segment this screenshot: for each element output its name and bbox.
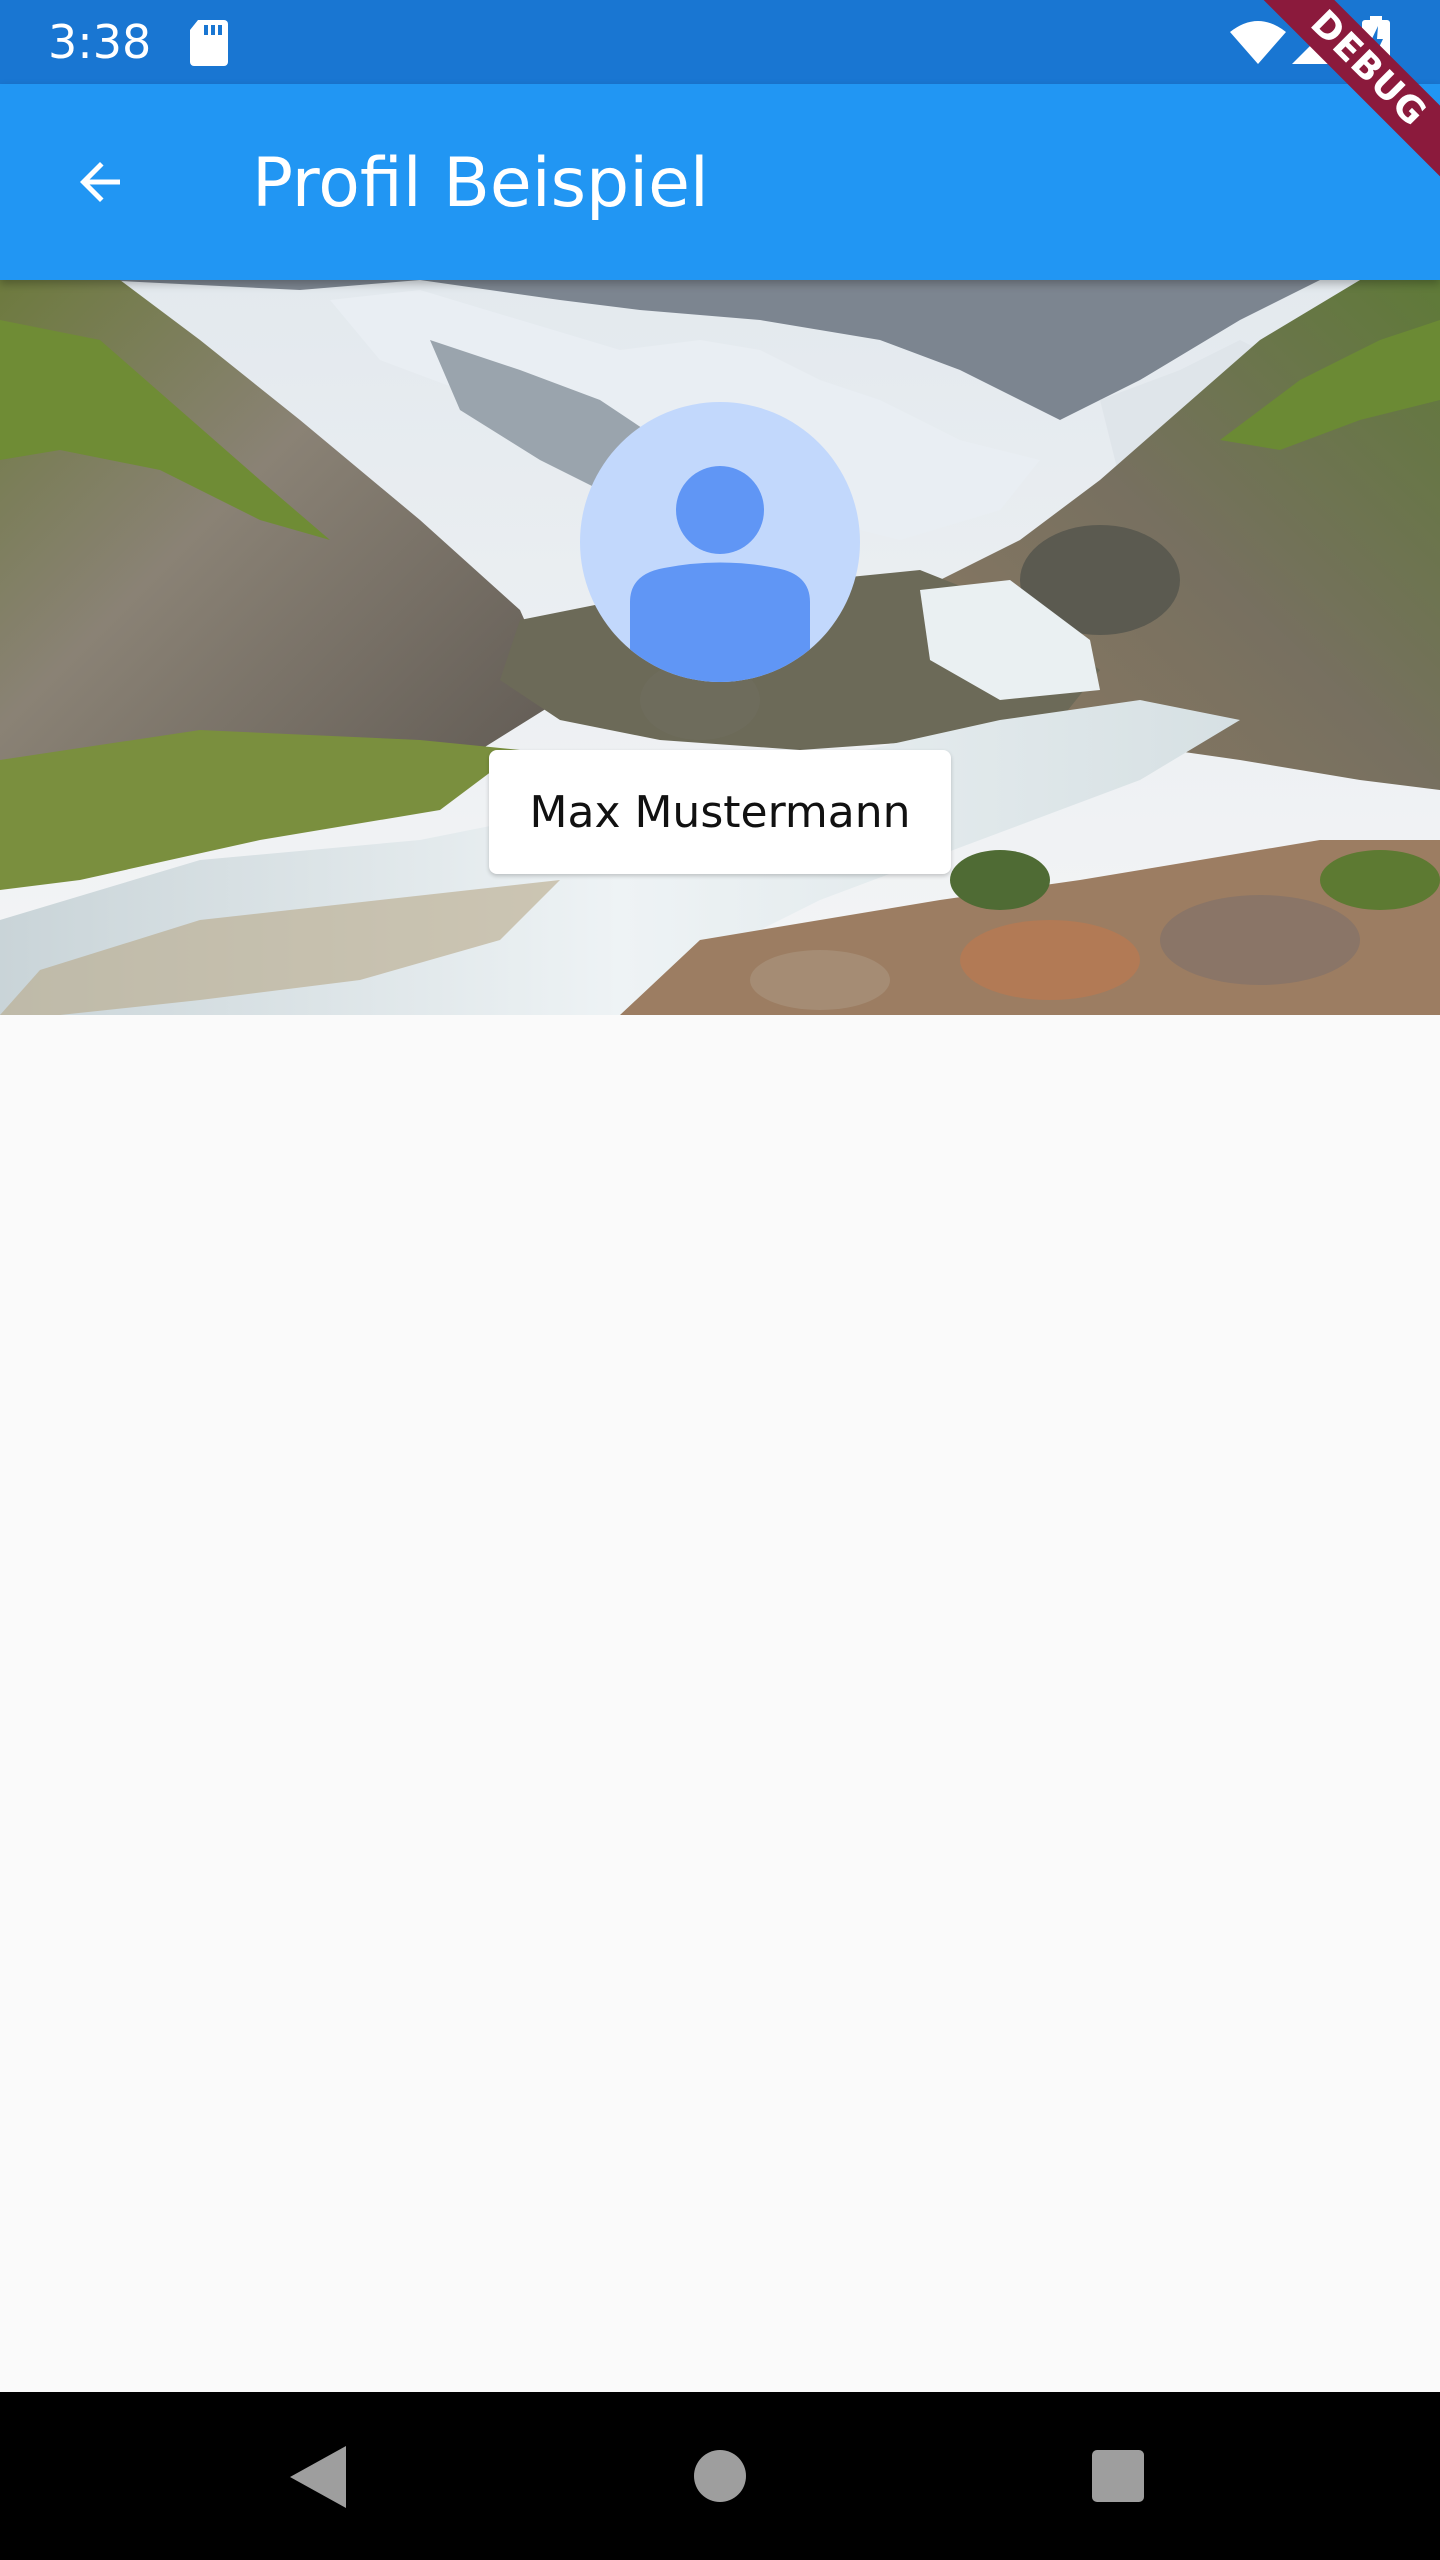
wifi-icon bbox=[1230, 21, 1286, 64]
status-bar: 3:38 bbox=[0, 0, 1440, 84]
nav-home-icon[interactable] bbox=[694, 2450, 746, 2502]
arrow-back-icon bbox=[80, 162, 120, 202]
back-button[interactable] bbox=[52, 134, 148, 230]
sd-card-icon bbox=[190, 20, 228, 66]
app-bar: Profil Beispiel bbox=[0, 84, 1440, 280]
nav-recents-icon[interactable] bbox=[1092, 2450, 1144, 2502]
avatar[interactable] bbox=[580, 402, 860, 682]
status-time: 3:38 bbox=[48, 15, 152, 69]
profile-name: Max Mustermann bbox=[489, 750, 951, 874]
person-icon bbox=[630, 466, 810, 682]
nav-back-icon[interactable] bbox=[290, 2446, 346, 2508]
page-title: Profil Beispiel bbox=[252, 144, 709, 223]
system-nav-bar bbox=[0, 2392, 1440, 2560]
